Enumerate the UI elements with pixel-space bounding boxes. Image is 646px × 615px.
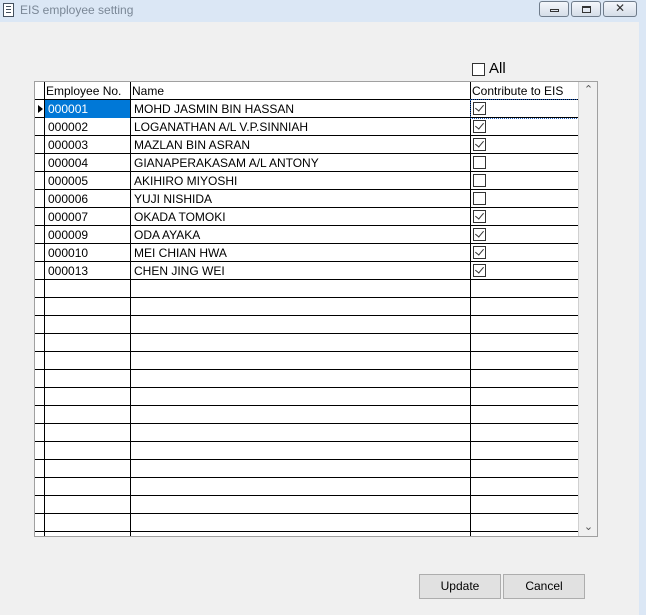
maximize-button[interactable] (571, 1, 601, 17)
cell-contribute[interactable] (471, 208, 578, 226)
title-bar[interactable]: EIS employee setting ✕ (0, 0, 646, 22)
cell-employee-no[interactable]: 000013 (45, 262, 130, 280)
grid-row-divider (35, 297, 578, 298)
grid-row-divider (35, 387, 578, 388)
grid-row-divider (35, 477, 578, 478)
cell-name[interactable]: OKADA TOMOKI (131, 208, 471, 226)
grid-row-divider (35, 315, 578, 316)
scroll-down-icon[interactable]: ⌄ (579, 519, 597, 536)
table-row[interactable]: 000003 MAZLAN BIN ASRAN (35, 136, 578, 154)
cell-name[interactable]: AKIHIRO MIYOSHI (131, 172, 471, 190)
table-row[interactable]: 000002 LOGANATHAN A/L V.P.SINNIAH (35, 118, 578, 136)
current-row-indicator-icon (38, 105, 43, 113)
contribute-checkbox[interactable] (473, 138, 486, 151)
table-row[interactable]: 000005 AKIHIRO MIYOSHI (35, 172, 578, 190)
table-row[interactable]: 000007 OKADA TOMOKI (35, 208, 578, 226)
contribute-checkbox[interactable] (473, 174, 486, 187)
header-contribute[interactable]: Contribute to EIS (470, 82, 563, 100)
table-row[interactable]: 000010 MEI CHIAN HWA (35, 244, 578, 262)
table-row[interactable]: 000006 YUJI NISHIDA (35, 190, 578, 208)
cell-contribute[interactable] (471, 262, 578, 280)
contribute-checkbox[interactable] (473, 102, 486, 115)
cell-employee-no[interactable]: 000007 (45, 208, 130, 226)
cell-name[interactable]: GIANAPERAKASAM A/L ANTONY (131, 154, 471, 172)
window-border (639, 22, 646, 615)
cell-employee-no[interactable]: 000010 (45, 244, 130, 262)
cell-employee-no[interactable]: 000003 (45, 136, 130, 154)
cell-contribute[interactable] (471, 190, 578, 208)
grid-row-divider (35, 513, 578, 514)
cell-employee-no[interactable]: 000001 (45, 100, 130, 118)
grid-row-divider (35, 351, 578, 352)
cell-contribute[interactable] (471, 154, 578, 172)
cell-employee-no[interactable]: 000006 (45, 190, 130, 208)
header-employee-no[interactable]: Employee No. (44, 82, 121, 100)
cell-employee-no[interactable]: 000004 (45, 154, 130, 172)
scroll-up-icon[interactable]: ⌃ (579, 82, 597, 99)
employee-grid[interactable]: Employee No. Name Contribute to EIS 0000… (34, 81, 598, 537)
table-row[interactable]: 000013 CHEN JING WEI (35, 262, 578, 280)
select-all-checkbox[interactable] (472, 63, 485, 76)
grid-row-divider (35, 423, 578, 424)
cell-employee-no[interactable]: 000009 (45, 226, 130, 244)
eis-settings-window: EIS employee setting ✕ All Employee No. … (0, 0, 646, 615)
header-name[interactable]: Name (130, 82, 164, 100)
app-document-icon (3, 3, 14, 17)
contribute-checkbox[interactable] (473, 156, 486, 169)
cell-contribute[interactable] (471, 118, 578, 136)
contribute-checkbox[interactable] (473, 228, 486, 241)
cell-name[interactable]: LOGANATHAN A/L V.P.SINNIAH (131, 118, 471, 136)
cell-contribute[interactable] (471, 136, 578, 154)
cancel-button[interactable]: Cancel (503, 574, 585, 599)
maximize-icon (582, 6, 591, 13)
window-title: EIS employee setting (20, 3, 134, 17)
select-all-label: All (489, 60, 506, 77)
cell-contribute[interactable] (471, 172, 578, 190)
vertical-scrollbar[interactable]: ⌃ ⌄ (578, 82, 597, 536)
cell-contribute[interactable] (471, 226, 578, 244)
close-button[interactable]: ✕ (603, 1, 637, 17)
update-button[interactable]: Update (419, 574, 501, 599)
grid-row-divider (35, 459, 578, 460)
table-row[interactable]: 000004 GIANAPERAKASAM A/L ANTONY (35, 154, 578, 172)
cell-name[interactable]: MOHD JASMIN BIN HASSAN (131, 100, 471, 118)
grid-row-divider (35, 369, 578, 370)
grid-row-divider (35, 405, 578, 406)
grid-row-divider (35, 531, 578, 532)
grid-row-divider (35, 333, 578, 334)
contribute-checkbox[interactable] (473, 246, 486, 259)
cell-employee-no[interactable]: 000002 (45, 118, 130, 136)
cell-contribute[interactable] (471, 244, 578, 262)
cell-name[interactable]: CHEN JING WEI (131, 262, 471, 280)
table-row[interactable]: 000009 ODA AYAKA (35, 226, 578, 244)
contribute-checkbox[interactable] (473, 120, 486, 133)
cell-contribute[interactable] (470, 99, 579, 119)
cell-name[interactable]: MAZLAN BIN ASRAN (131, 136, 471, 154)
minimize-icon (550, 9, 559, 12)
grid-row-divider (35, 441, 578, 442)
contribute-checkbox[interactable] (473, 264, 486, 277)
close-icon: ✕ (614, 1, 626, 15)
minimize-button[interactable] (539, 1, 569, 17)
cell-name[interactable]: ODA AYAKA (131, 226, 471, 244)
cell-employee-no[interactable]: 000005 (45, 172, 130, 190)
cell-name[interactable]: MEI CHIAN HWA (131, 244, 471, 262)
table-row[interactable]: 000001 MOHD JASMIN BIN HASSAN (35, 99, 579, 119)
contribute-checkbox[interactable] (473, 192, 486, 205)
cell-name[interactable]: YUJI NISHIDA (131, 190, 471, 208)
grid-row-divider (35, 495, 578, 496)
contribute-checkbox[interactable] (473, 210, 486, 223)
